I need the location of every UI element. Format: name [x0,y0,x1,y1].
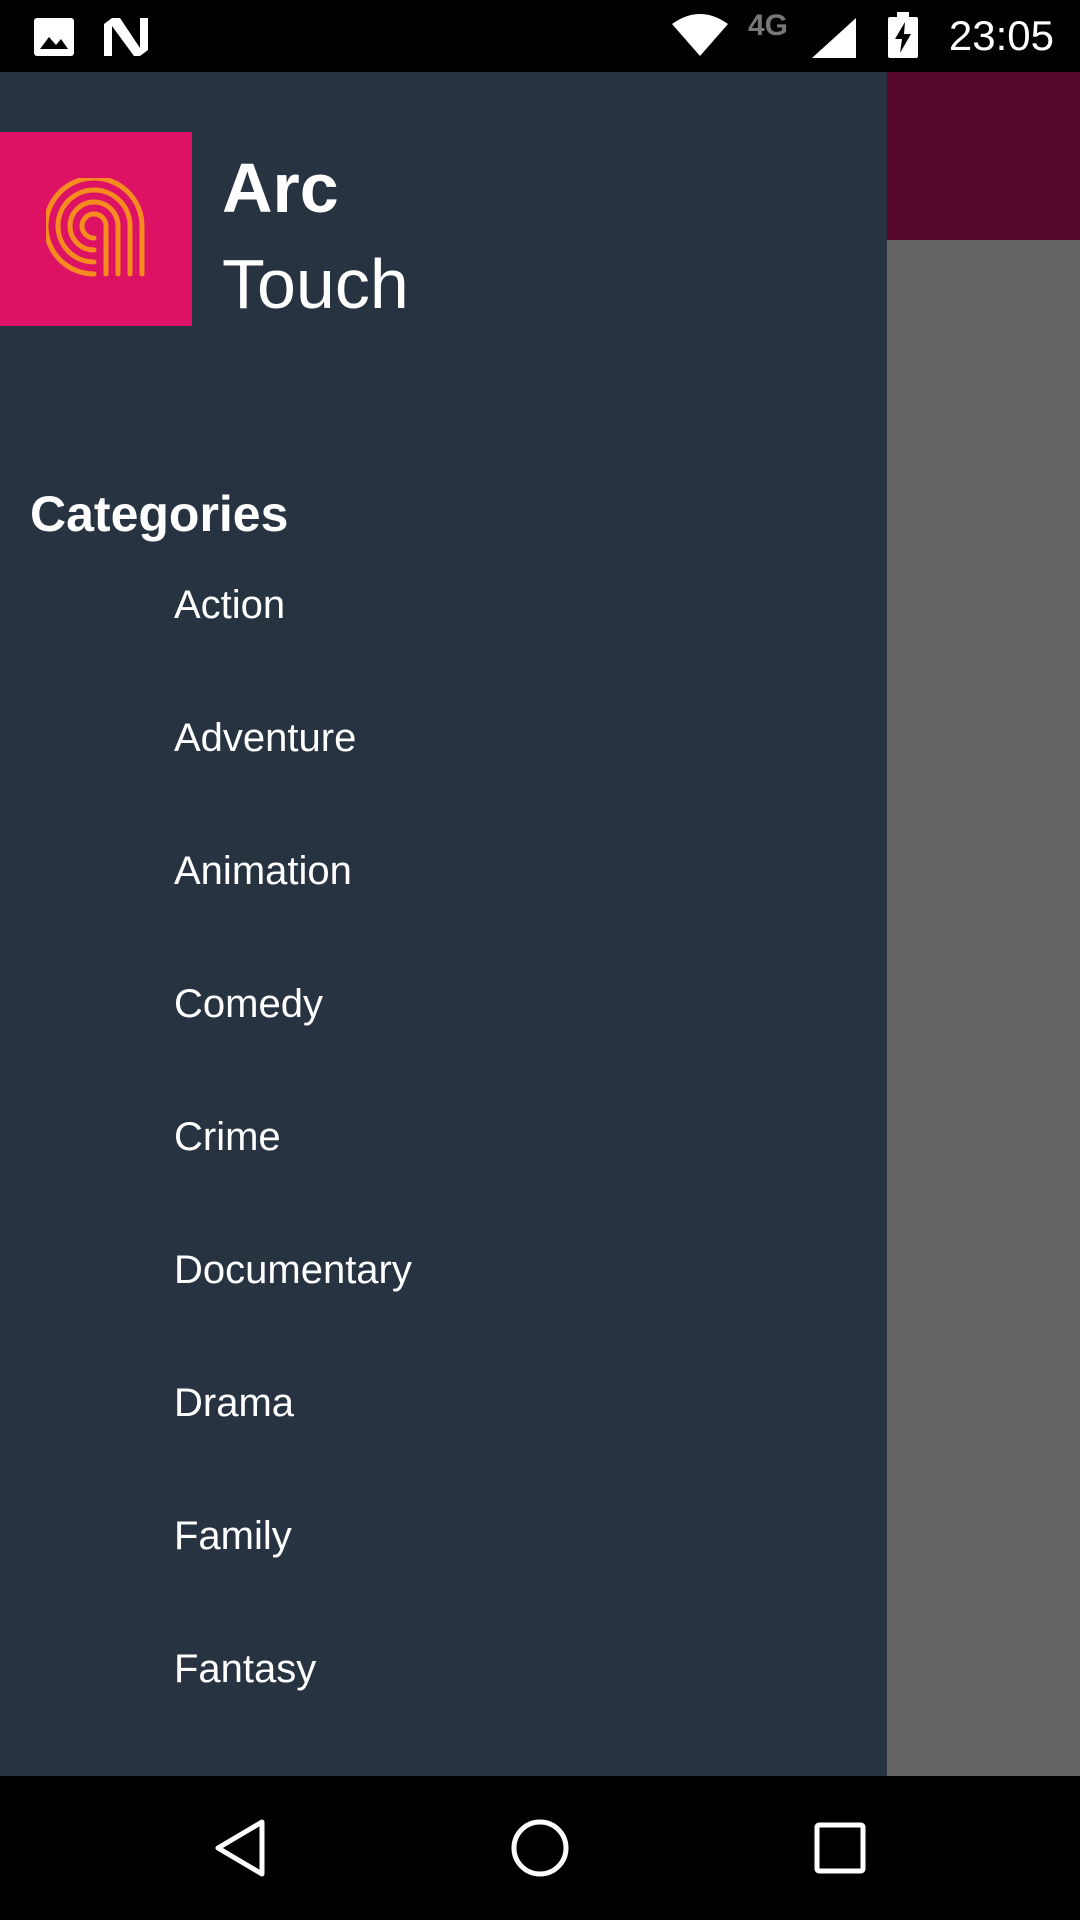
category-label: Action [174,583,286,627]
category-label: Animation [174,849,352,893]
wifi-icon [672,12,728,61]
category-item-drama[interactable]: Drama [0,1370,887,1503]
brand-name-line2: Touch [222,245,409,323]
category-label: Family [174,1514,292,1558]
category-label: Comedy [174,982,323,1026]
categories-heading: Categories [30,486,289,542]
back-button[interactable] [150,1776,330,1920]
network-type-label: 4G [748,9,789,42]
system-navigation-bar [0,1776,1080,1920]
battery-charging-icon [888,12,918,63]
category-label: Fantasy [174,1647,317,1691]
home-icon [511,1819,569,1877]
cell-signal-icon [812,18,856,63]
background-app-scrim[interactable] [887,72,1080,1776]
recents-button[interactable] [750,1776,930,1920]
category-label: Adventure [174,716,357,760]
category-item-fantasy[interactable]: Fantasy [0,1636,887,1769]
category-label: Documentary [174,1248,412,1292]
arc-touch-logo [0,132,192,326]
category-item-crime[interactable]: Crime [0,1104,887,1237]
back-icon [215,1819,265,1877]
background-app-toolbar [887,72,1080,240]
category-label: Crime [174,1115,281,1159]
category-label: Drama [174,1381,295,1425]
image-icon [34,18,74,61]
recents-icon [814,1822,866,1874]
arc-touch-logo-icon [46,178,145,277]
n-logo-icon [104,18,148,61]
category-item-animation[interactable]: Animation [0,838,887,971]
category-list: Action Adventure Animation Comedy Crime … [0,572,887,1769]
home-button[interactable] [450,1776,630,1920]
category-item-comedy[interactable]: Comedy [0,971,887,1104]
navigation-drawer: Arc Touch Categories Action Adventure An… [0,72,887,1776]
category-item-action[interactable]: Action [0,572,887,705]
brand-name-line1: Arc [222,149,339,227]
category-item-documentary[interactable]: Documentary [0,1237,887,1370]
category-item-adventure[interactable]: Adventure [0,705,887,838]
clock: 23:05 [948,12,1054,59]
status-bar: 4G 23:05 [0,0,1080,72]
category-item-family[interactable]: Family [0,1503,887,1636]
